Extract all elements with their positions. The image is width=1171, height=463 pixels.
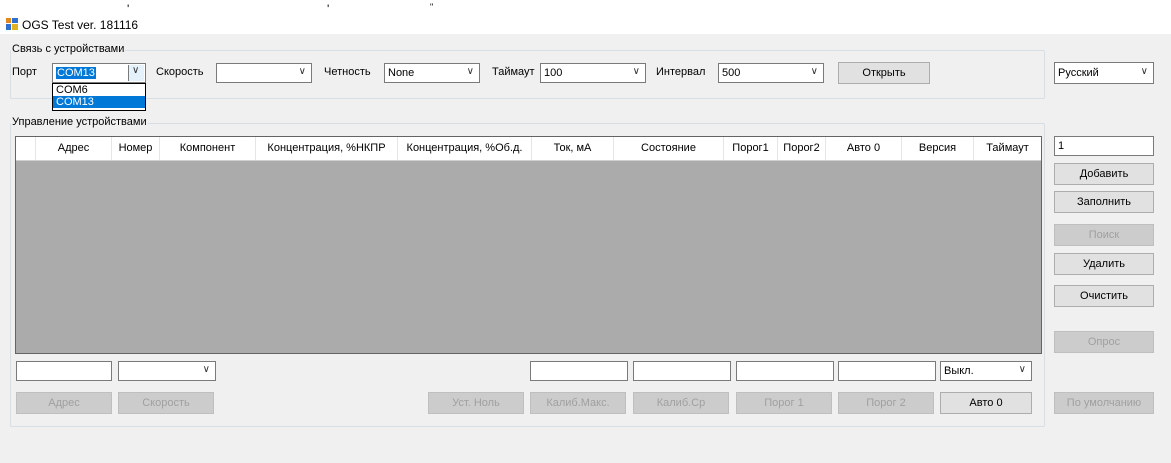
calib-avg-button[interactable]: Калиб.Ср [633, 392, 729, 414]
column-header[interactable]: Номер [112, 137, 160, 160]
column-header[interactable]: Концентрация, %Об.д. [398, 137, 532, 160]
count-value: 1 [1058, 140, 1065, 152]
title-bar [0, 0, 1171, 34]
poll-button[interactable]: Опрос [1054, 331, 1154, 353]
search-button[interactable]: Поиск [1054, 224, 1154, 246]
column-header[interactable]: Компонент [160, 137, 256, 160]
row-header-corner [16, 137, 36, 160]
set-zero-button[interactable]: Уст. Ноль [428, 392, 524, 414]
count-input[interactable]: 1 [1054, 136, 1154, 156]
chevron-down-icon[interactable]: ∨ [299, 66, 306, 77]
column-header[interactable]: Концентрация, %НКПР [256, 137, 398, 160]
column-header[interactable]: Адрес [36, 137, 112, 160]
chevron-down-icon[interactable]: ∨ [1141, 66, 1148, 77]
auto0-button[interactable]: Авто 0 [940, 392, 1032, 414]
speed-combo[interactable]: ∨ [216, 63, 312, 83]
calib-max-button[interactable]: Калиб.Макс. [530, 392, 626, 414]
threshold1-input[interactable] [736, 361, 834, 381]
calib-max-input[interactable] [530, 361, 628, 381]
threshold2-button[interactable]: Порог 2 [838, 392, 934, 414]
threshold1-button[interactable]: Порог 1 [736, 392, 832, 414]
devices-table[interactable]: Адрес Номер Компонент Концентрация, %НКП… [15, 136, 1042, 354]
interval-label: Интервал [656, 66, 706, 78]
column-header[interactable]: Ток, мА [532, 137, 614, 160]
chevron-down-icon[interactable]: ∨ [203, 364, 210, 375]
interval-value: 500 [722, 67, 741, 79]
set-speed-button[interactable]: Скорость [118, 392, 214, 414]
connection-group-title: Связь с устройствами [11, 43, 126, 55]
app-icon [6, 18, 18, 30]
column-header[interactable]: Авто 0 [826, 137, 902, 160]
column-header[interactable]: Порог1 [724, 137, 778, 160]
column-header[interactable]: Версия [902, 137, 974, 160]
stray-mark: " [430, 2, 434, 12]
chevron-down-icon[interactable]: ∨ [1019, 364, 1026, 375]
language-value: Русский [1058, 67, 1099, 79]
bottom-speed-combo[interactable]: ∨ [118, 361, 216, 381]
port-dropdown-list: COM6 COM13 [52, 83, 146, 111]
chevron-down-icon[interactable]: ∨ [467, 66, 474, 77]
fill-button[interactable]: Заполнить [1054, 191, 1154, 213]
devices-group-title: Управление устройствами [11, 116, 148, 128]
interval-combo[interactable]: 500 ∨ [718, 63, 824, 83]
set-address-button[interactable]: Адрес [16, 392, 112, 414]
column-header[interactable]: Таймаут [974, 137, 1041, 160]
timeout-value: 100 [544, 67, 563, 79]
column-header[interactable]: Порог2 [778, 137, 826, 160]
delete-button[interactable]: Удалить [1054, 253, 1154, 275]
calib-avg-input[interactable] [633, 361, 731, 381]
clear-button[interactable]: Очистить [1054, 285, 1154, 307]
open-button[interactable]: Открыть [838, 62, 930, 84]
default-button[interactable]: По умолчанию [1054, 392, 1154, 414]
auto0-value: Выкл. [944, 365, 974, 377]
timeout-label: Таймаут [492, 66, 535, 78]
chevron-down-icon[interactable]: ∨ [128, 65, 144, 81]
port-value: COM13 [56, 67, 96, 79]
port-option[interactable]: COM6 [53, 84, 145, 96]
add-button[interactable]: Добавить [1054, 163, 1154, 185]
parity-value: None [388, 67, 415, 79]
timeout-combo[interactable]: 100 ∨ [540, 63, 646, 83]
stray-mark: ' [127, 2, 130, 16]
port-option-selected[interactable]: COM13 [53, 96, 145, 108]
chevron-down-icon[interactable]: ∨ [811, 66, 818, 77]
table-header: Адрес Номер Компонент Концентрация, %НКП… [16, 137, 1041, 161]
port-combo[interactable]: COM13 ∨ [52, 63, 146, 83]
stray-mark: ' [327, 2, 330, 16]
address-input[interactable] [16, 361, 112, 381]
parity-combo[interactable]: None ∨ [384, 63, 480, 83]
auto0-combo[interactable]: Выкл. ∨ [940, 361, 1032, 381]
column-header[interactable]: Состояние [614, 137, 724, 160]
window-title: OGS Test ver. 181116 [22, 18, 139, 32]
parity-label: Четность [324, 66, 371, 78]
threshold2-input[interactable] [838, 361, 936, 381]
language-combo[interactable]: Русский ∨ [1054, 62, 1154, 84]
speed-label: Скорость [156, 66, 204, 78]
port-label: Порт [12, 66, 37, 78]
chevron-down-icon[interactable]: ∨ [633, 66, 640, 77]
